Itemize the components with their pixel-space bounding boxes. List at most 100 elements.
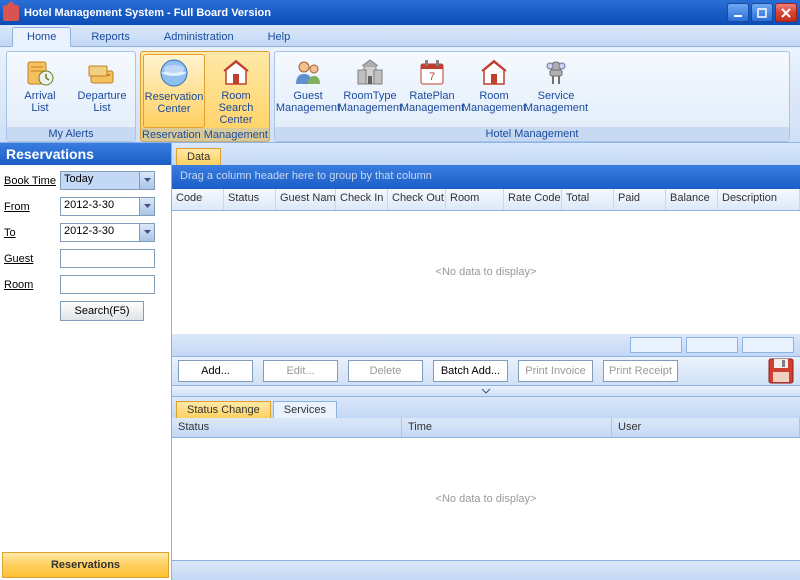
rateplan-icon: 7 — [416, 56, 448, 88]
room-label: Room — [4, 279, 60, 291]
reservation-center-icon — [158, 57, 190, 89]
departure-list-icon — [86, 56, 118, 88]
col-check-out[interactable]: Check Out — [388, 189, 446, 210]
tab-data[interactable]: Data — [176, 148, 221, 165]
menu-administration[interactable]: Administration — [150, 28, 248, 46]
col-room[interactable]: Room — [446, 189, 504, 210]
roomtype-management-label: RoomType Management — [338, 90, 402, 114]
subcol-status[interactable]: Status — [172, 418, 402, 437]
col-check-in[interactable]: Check In — [336, 189, 388, 210]
sidebar-title: Reservations — [0, 143, 171, 165]
menu-home[interactable]: Home — [12, 27, 71, 47]
svg-text:7: 7 — [429, 71, 435, 83]
subcol-time[interactable]: Time — [402, 418, 612, 437]
service-management-label: Service Management — [524, 90, 588, 114]
col-status[interactable]: Status — [224, 189, 276, 210]
no-data-label: <No data to display> — [436, 266, 537, 278]
guest-management-label: Guest Management — [276, 90, 340, 114]
content: Data Drag a column header here to group … — [172, 143, 800, 580]
sidebar: Reservations Book Time Today From 2012-3… — [0, 143, 172, 580]
main-grid-body: <No data to display> — [172, 211, 800, 334]
roomtype-icon — [354, 56, 386, 88]
reservation-center-label: Reservation Center — [145, 91, 204, 115]
batch-add-button[interactable]: Batch Add... — [433, 360, 508, 382]
ribbon-group-reservation: Reservation Center Room Search Center Re… — [140, 51, 270, 142]
menu-reports[interactable]: Reports — [77, 28, 144, 46]
window-title: Hotel Management System - Full Board Ver… — [24, 7, 727, 19]
room-search-icon — [220, 56, 252, 88]
search-form: Book Time Today From 2012-3-30 To 2012-3… — [0, 165, 171, 552]
add-button[interactable]: Add... — [178, 360, 253, 382]
col-rate-code[interactable]: Rate Code — [504, 189, 562, 210]
service-management-button[interactable]: Service Management — [525, 54, 587, 127]
departure-list-label: Departure List — [78, 90, 127, 114]
col-total[interactable]: Total — [562, 189, 614, 210]
tab-services[interactable]: Services — [273, 401, 337, 418]
summary-box — [742, 337, 794, 353]
guest-label: Guest — [4, 253, 60, 265]
minimize-button[interactable] — [727, 3, 749, 22]
roomtype-management-button[interactable]: RoomType Management — [339, 54, 401, 127]
summary-box — [630, 337, 682, 353]
menu-help[interactable]: Help — [254, 28, 305, 46]
group-by-bar[interactable]: Drag a column header here to group by th… — [172, 165, 800, 189]
to-label: To — [4, 227, 60, 239]
book-time-label: Book Time — [4, 175, 60, 187]
room-management-button[interactable]: Room Management — [463, 54, 525, 127]
main-grid-header: Code Status Guest Name Check In Check Ou… — [172, 189, 800, 211]
room-management-label: Room Management — [462, 90, 526, 114]
app-home-icon — [3, 5, 19, 21]
service-icon — [540, 56, 572, 88]
close-button[interactable] — [775, 3, 797, 22]
summary-box — [686, 337, 738, 353]
delete-button[interactable]: Delete — [348, 360, 423, 382]
departure-list-button[interactable]: Departure List — [71, 54, 133, 127]
ribbon-group-caption: Hotel Management — [275, 127, 789, 141]
no-data-label: <No data to display> — [436, 493, 537, 505]
chevron-down-icon[interactable] — [140, 171, 155, 190]
room-input[interactable] — [60, 275, 155, 294]
ribbon-group-caption: Reservation Management — [141, 128, 269, 142]
print-invoice-button[interactable]: Print Invoice — [518, 360, 593, 382]
action-bar: Add... Edit... Delete Batch Add... Print… — [172, 356, 800, 386]
arrival-list-label: Arrival List — [24, 90, 55, 114]
expander-handle[interactable] — [172, 386, 800, 396]
print-receipt-button[interactable]: Print Receipt — [603, 360, 678, 382]
title-bar: Hotel Management System - Full Board Ver… — [0, 0, 800, 25]
arrival-list-icon — [24, 56, 56, 88]
tab-status-change[interactable]: Status Change — [176, 401, 271, 418]
sidebar-footer[interactable]: Reservations — [2, 552, 169, 578]
menu-bar: Home Reports Administration Help — [0, 25, 800, 47]
ribbon: Arrival List Departure List My Alerts Re… — [0, 47, 800, 143]
grid-navigator[interactable] — [172, 560, 800, 580]
arrival-list-button[interactable]: Arrival List — [9, 54, 71, 127]
ribbon-group-caption: My Alerts — [7, 127, 135, 141]
to-date-combo[interactable]: 2012-3-30 — [60, 223, 155, 242]
rateplan-management-label: RatePlan Management — [400, 90, 464, 114]
room-search-center-button[interactable]: Room Search Center — [205, 54, 267, 128]
col-paid[interactable]: Paid — [614, 189, 666, 210]
guest-management-button[interactable]: Guest Management — [277, 54, 339, 127]
save-icon[interactable] — [768, 358, 794, 384]
reservation-center-button[interactable]: Reservation Center — [143, 54, 205, 128]
sub-grid-body: <No data to display> — [172, 438, 800, 561]
room-icon — [478, 56, 510, 88]
rateplan-management-button[interactable]: 7 RatePlan Management — [401, 54, 463, 127]
col-description[interactable]: Description — [718, 189, 800, 210]
chevron-down-icon[interactable] — [140, 223, 155, 242]
from-date-combo[interactable]: 2012-3-30 — [60, 197, 155, 216]
chevron-down-icon[interactable] — [140, 197, 155, 216]
edit-button[interactable]: Edit... — [263, 360, 338, 382]
summary-row — [172, 334, 800, 356]
sub-grid-header: Status Time User — [172, 418, 800, 438]
maximize-button[interactable] — [751, 3, 773, 22]
col-balance[interactable]: Balance — [666, 189, 718, 210]
ribbon-group-hotel: Guest Management RoomType Management 7 R… — [274, 51, 790, 142]
ribbon-group-my-alerts: Arrival List Departure List My Alerts — [6, 51, 136, 142]
subcol-user[interactable]: User — [612, 418, 800, 437]
col-code[interactable]: Code — [172, 189, 224, 210]
guest-input[interactable] — [60, 249, 155, 268]
book-time-combo[interactable]: Today — [60, 171, 155, 190]
col-guest-name[interactable]: Guest Name — [276, 189, 336, 210]
search-button[interactable]: Search(F5) — [60, 301, 144, 321]
